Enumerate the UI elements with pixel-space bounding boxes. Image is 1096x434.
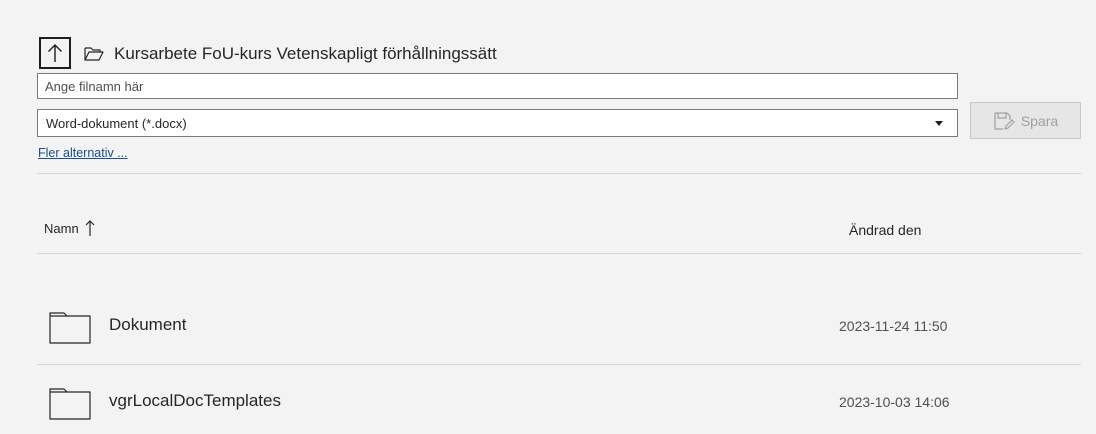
sort-ascending-icon xyxy=(85,220,95,236)
save-button[interactable]: Spara xyxy=(970,102,1081,139)
navigate-up-button[interactable] xyxy=(39,37,71,69)
save-button-label: Spara xyxy=(1020,112,1059,129)
folder-path-label: Kursarbete FoU-kurs Vetenskapligt förhål… xyxy=(114,44,497,63)
list-item-folder[interactable]: Dokument 2023-11-24 11:50 xyxy=(37,296,1081,358)
list-item-modified: 2023-10-03 14:06 xyxy=(839,394,950,410)
list-item-name: vgrLocalDocTemplates xyxy=(109,391,281,410)
list-item-name: Dokument xyxy=(109,315,187,334)
save-icon xyxy=(994,111,1015,130)
breadcrumb[interactable]: Kursarbete FoU-kurs Vetenskapligt förhål… xyxy=(84,40,497,68)
more-options-link[interactable]: Fler alternativ ... xyxy=(38,146,128,160)
divider xyxy=(37,253,1081,254)
filename-input[interactable] xyxy=(37,73,958,99)
folder-icon xyxy=(49,312,91,344)
list-item-folder[interactable]: vgrLocalDocTemplates 2023-10-03 14:06 xyxy=(37,372,1081,434)
folder-icon xyxy=(49,388,91,420)
column-header-name-label: Namn xyxy=(44,220,79,236)
divider xyxy=(37,364,1081,365)
list-item-modified: 2023-11-24 11:50 xyxy=(839,318,948,334)
divider xyxy=(37,173,1081,174)
chevron-down-icon xyxy=(935,120,943,126)
arrow-up-icon xyxy=(48,44,62,62)
file-format-value: Word-dokument (*.docx) xyxy=(46,115,187,131)
column-header-modified[interactable]: Ändrad den xyxy=(849,222,921,238)
file-format-select[interactable]: Word-dokument (*.docx) xyxy=(37,109,958,137)
folder-open-icon xyxy=(84,47,104,61)
column-header-name[interactable]: Namn xyxy=(44,219,95,237)
column-header-modified-label: Ändrad den xyxy=(849,222,922,238)
